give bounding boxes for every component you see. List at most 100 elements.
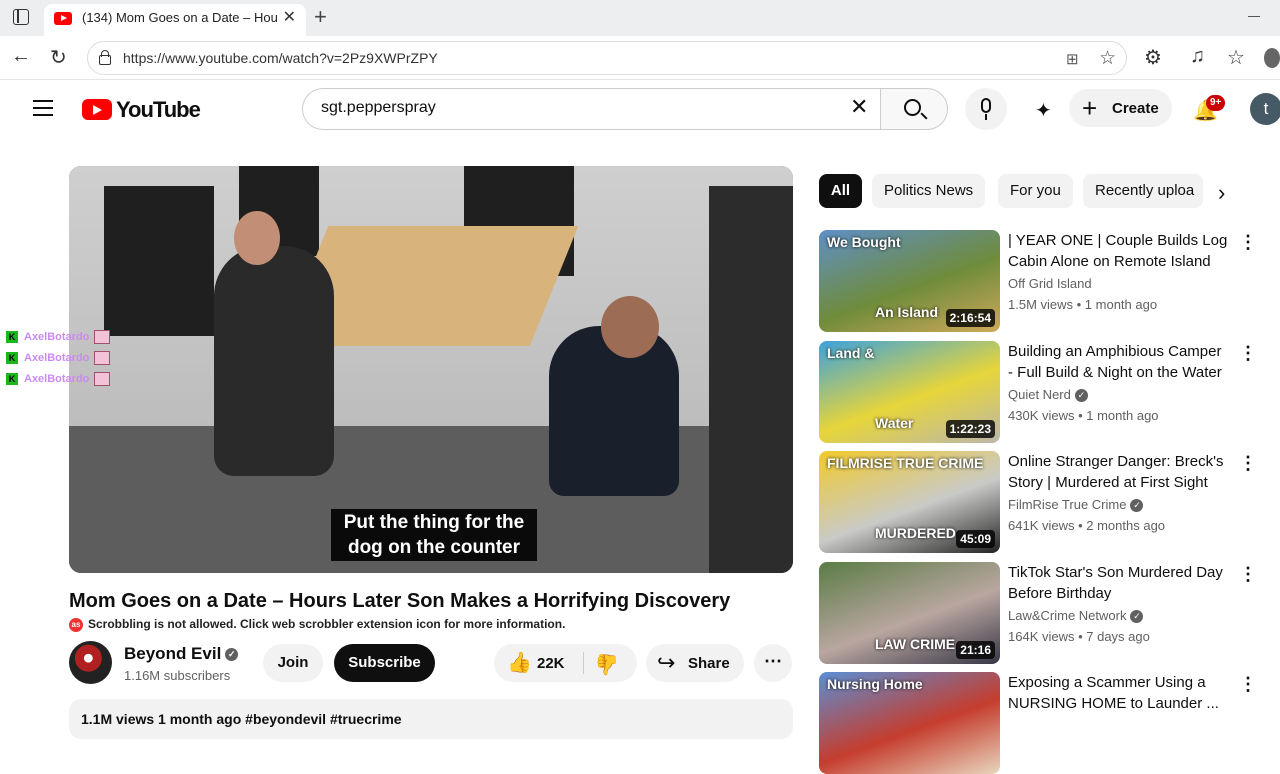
video-duration: 21:16 xyxy=(956,641,995,659)
youtube-header: YouTube ✕ ✦ + Create 🔔 9+ t xyxy=(0,81,1280,139)
description-box[interactable]: 1.1M views 1 month ago #beyondevil #true… xyxy=(69,699,793,739)
scrobbler-icon: as xyxy=(69,617,83,632)
share-icon: ↪ xyxy=(657,650,676,675)
recommendation-meta: 641K views • 2 months ago xyxy=(1008,518,1166,533)
recommendation-thumbnail[interactable]: FILMRISE TRUE CRIME MURDERED 45:09 xyxy=(819,451,1000,553)
recommendation-item[interactable]: Nursing Home Exposing a Scammer Using a N… xyxy=(819,672,1259,774)
scrobbler-overlay-row: K AxelBotardo xyxy=(6,372,111,388)
recommendation-title[interactable]: TikTok Star's Son Murdered Day Before Bi… xyxy=(1008,562,1230,604)
chip-for-you[interactable]: For you xyxy=(998,174,1073,208)
dislike-icon[interactable]: 👍 xyxy=(595,652,620,677)
join-button[interactable]: Join xyxy=(263,644,323,682)
back-arrow-icon[interactable]: ← xyxy=(11,45,31,68)
minimize-window-button[interactable] xyxy=(1248,16,1260,17)
notification-badge: 9+ xyxy=(1206,95,1226,111)
caption-line-1: Put the thing for the xyxy=(343,512,525,533)
refresh-icon[interactable]: ↻ xyxy=(50,45,67,70)
channel-avatar[interactable] xyxy=(69,641,112,684)
address-url[interactable]: https://www.youtube.com/watch?v=2Pz9XWPr… xyxy=(123,50,438,66)
more-options-icon[interactable]: ⋮ xyxy=(1239,232,1257,253)
lock-icon[interactable] xyxy=(98,50,111,65)
video-player[interactable]: Put the thing for the dog on the counter xyxy=(69,166,793,573)
thumbnail-text-top: We Bought xyxy=(827,234,901,250)
create-button[interactable]: + Create xyxy=(1069,89,1172,127)
scrobbler-user: AxelBotardo xyxy=(24,330,90,343)
chip-all[interactable]: All xyxy=(819,174,862,208)
caption-line-2: dog on the counter xyxy=(347,537,521,558)
more-actions-button[interactable]: ⋯ xyxy=(754,644,792,682)
more-options-icon[interactable]: ⋮ xyxy=(1239,674,1257,695)
like-dislike-group: 👍 22K 👍 xyxy=(494,644,637,682)
clear-search-icon[interactable]: ✕ xyxy=(850,96,868,118)
share-button[interactable]: ↪ Share xyxy=(646,644,744,682)
verified-icon: ✓ xyxy=(1130,499,1144,513)
browser-tab-active[interactable]: (134) Mom Goes on a Date – Hours Later S… xyxy=(44,4,306,36)
recommendation-meta: 164K views • 7 days ago xyxy=(1008,629,1150,644)
share-label: Share xyxy=(688,655,730,672)
recommendation-meta: 1.5M views • 1 month ago xyxy=(1008,297,1158,312)
recommendation-thumbnail[interactable]: Nursing Home xyxy=(819,672,1000,774)
video-caption: Put the thing for the dog on the counter xyxy=(331,509,537,561)
extensions-icon[interactable]: ⚙ xyxy=(1144,45,1162,70)
recommendation-title[interactable]: Building an Amphibious Camper - Full Bui… xyxy=(1008,341,1230,383)
search-input[interactable] xyxy=(321,99,831,117)
create-label: Create xyxy=(1112,100,1159,117)
subscriber-count: 1.16M subscribers xyxy=(124,668,231,683)
video-duration: 1:22:23 xyxy=(945,420,995,438)
verified-icon: ✓ xyxy=(1074,389,1088,403)
scrobbler-overlay-row: K AxelBotardo xyxy=(6,330,111,346)
profile-icon[interactable] xyxy=(1264,48,1280,68)
channel-name[interactable]: Beyond Evil ✓ xyxy=(124,644,239,664)
more-options-icon[interactable]: ⋮ xyxy=(1239,564,1257,585)
recommendation-title[interactable]: | YEAR ONE | Couple Builds Log Cabin Alo… xyxy=(1008,230,1230,272)
chip-politics-news[interactable]: Politics News xyxy=(872,174,986,208)
favorites-icon[interactable]: ☆ xyxy=(1227,45,1245,70)
youtube-logo-icon[interactable] xyxy=(82,99,112,120)
tab-actions-icon[interactable] xyxy=(13,9,29,25)
thumbnail-text-bottom: MURDERED xyxy=(875,525,956,541)
read-aloud-icon[interactable]: ♫ xyxy=(1190,45,1205,68)
user-avatar[interactable]: t xyxy=(1250,93,1280,125)
verified-icon: ✓ xyxy=(225,648,239,662)
search-button[interactable] xyxy=(880,88,948,130)
plus-icon: + xyxy=(1082,93,1098,123)
thumbnail-text-top: Land & xyxy=(827,345,875,361)
video-title: Mom Goes on a Date – Hours Later Son Mak… xyxy=(69,590,731,612)
more-options-icon[interactable]: ⋮ xyxy=(1239,343,1257,364)
chip-recently-uploaded[interactable]: Recently uploa xyxy=(1083,174,1203,208)
verified-icon: ✓ xyxy=(1130,610,1144,624)
more-options-icon[interactable]: ⋮ xyxy=(1239,453,1257,474)
recommendation-thumbnail[interactable]: Land & Water 1:22:23 xyxy=(819,341,1000,443)
like-icon[interactable]: 👍 xyxy=(507,650,532,675)
recommendation-item[interactable]: FILMRISE TRUE CRIME MURDERED 45:09 Online S… xyxy=(819,451,1259,553)
recommendation-item[interactable]: LAW CRIME 21:16 TikTok Star's Son Murdered… xyxy=(819,562,1259,664)
recommendation-item[interactable]: We Bought An Island 2:16:54 | YEAR ONE | Co… xyxy=(819,230,1259,332)
youtube-favicon-icon xyxy=(54,12,72,25)
new-tab-icon[interactable]: + xyxy=(314,4,327,30)
voice-search-button[interactable] xyxy=(965,88,1007,130)
recommendation-title[interactable]: Exposing a Scammer Using a NURSING HOME … xyxy=(1008,672,1230,714)
chevron-right-icon[interactable]: › xyxy=(1218,180,1225,206)
tab-close-icon[interactable]: ✕ xyxy=(283,7,296,27)
thumbnail-text-bottom: Water xyxy=(875,415,914,431)
recommendation-thumbnail[interactable]: We Bought An Island 2:16:54 xyxy=(819,230,1000,332)
recommendation-title[interactable]: Online Stranger Danger: Breck's Story | … xyxy=(1008,451,1230,493)
subscribe-button[interactable]: Subscribe xyxy=(334,644,435,682)
thumbnail-text-bottom: An Island xyxy=(875,304,939,320)
search-box[interactable] xyxy=(302,88,882,130)
video-duration: 2:16:54 xyxy=(945,309,995,327)
recommendation-item[interactable]: Land & Water 1:22:23 Building an Amphibious… xyxy=(819,341,1259,443)
recommendation-channel[interactable]: Law&Crime Network ✓ xyxy=(1008,608,1144,624)
app-available-icon[interactable]: ⊞ xyxy=(1066,50,1079,68)
recommendation-channel[interactable]: Quiet Nerd ✓ xyxy=(1008,387,1088,403)
address-bar[interactable]: https://www.youtube.com/watch?v=2Pz9XWPr… xyxy=(87,41,1127,75)
favorite-star-icon[interactable]: ☆ xyxy=(1099,47,1116,70)
youtube-logo-text[interactable]: YouTube xyxy=(116,97,201,123)
recommendation-channel[interactable]: FilmRise True Crime ✓ xyxy=(1008,497,1144,513)
like-count[interactable]: 22K xyxy=(537,655,565,672)
extension-icon[interactable]: ✦ xyxy=(1035,98,1052,123)
recommendation-thumbnail[interactable]: LAW CRIME 21:16 xyxy=(819,562,1000,664)
recommendation-channel[interactable]: Off Grid Island xyxy=(1008,276,1092,291)
menu-icon[interactable] xyxy=(33,100,53,116)
search-icon xyxy=(904,99,921,116)
